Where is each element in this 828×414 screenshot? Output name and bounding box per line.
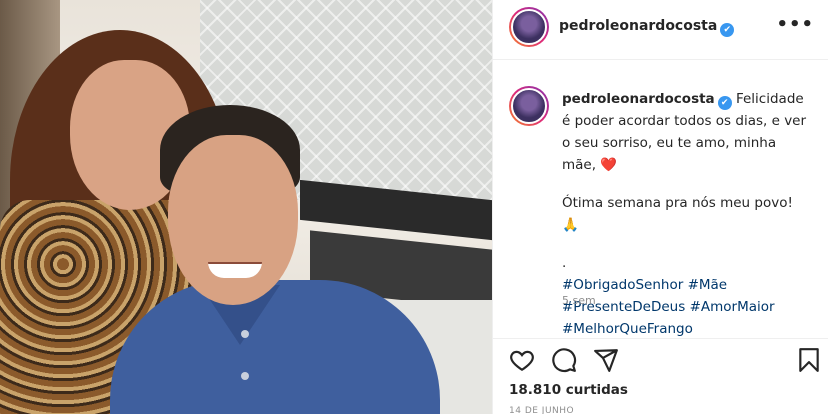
more-options-icon[interactable]: •••	[776, 14, 814, 35]
caption-username[interactable]: pedroleonardocosta	[562, 91, 715, 107]
caption-dot: .	[562, 255, 567, 271]
hashtag-link[interactable]: #AmorMaior	[690, 299, 775, 315]
hashtag-link[interactable]: #ObrigadoSenhor	[562, 277, 683, 293]
hashtag-link[interactable]: #MelhorQueFrango	[562, 321, 693, 337]
action-bar	[493, 338, 828, 378]
share-icon[interactable]	[593, 347, 619, 373]
verified-badge-icon: ✔	[717, 96, 732, 110]
pray-emoji: 🙏	[562, 217, 579, 233]
post-date: 14 DE JUNHO	[509, 406, 575, 414]
caption-author-avatar[interactable]	[509, 86, 549, 126]
photo-shirt-button	[241, 372, 249, 380]
caption-text: pedroleonardocosta ✔ Felicidade é poder a…	[562, 88, 812, 340]
verified-badge-icon: ✔	[720, 23, 735, 37]
post-photo[interactable]	[0, 0, 492, 414]
caption-line-2: Ótima semana pra nós meu povo!	[562, 195, 793, 211]
post-header: pedroleonardocosta ✔ •••	[493, 0, 828, 60]
author-username[interactable]: pedroleonardocosta ✔	[559, 18, 735, 37]
bookmark-icon[interactable]	[796, 347, 822, 373]
like-count[interactable]: 18.810 curtidas	[509, 382, 628, 398]
heart-icon[interactable]	[509, 347, 535, 373]
username-text[interactable]: pedroleonardocosta	[559, 18, 717, 34]
heart-emoji: ❤️	[600, 157, 618, 173]
post-time-ago[interactable]: 5 sem	[562, 294, 596, 307]
photo-man-face	[168, 135, 298, 305]
comment-icon[interactable]	[551, 347, 577, 373]
hashtag-link[interactable]: #Mãe	[688, 277, 728, 293]
author-avatar[interactable]	[509, 7, 549, 47]
photo-shirt-button	[241, 330, 249, 338]
photo-man-smile	[208, 262, 262, 278]
